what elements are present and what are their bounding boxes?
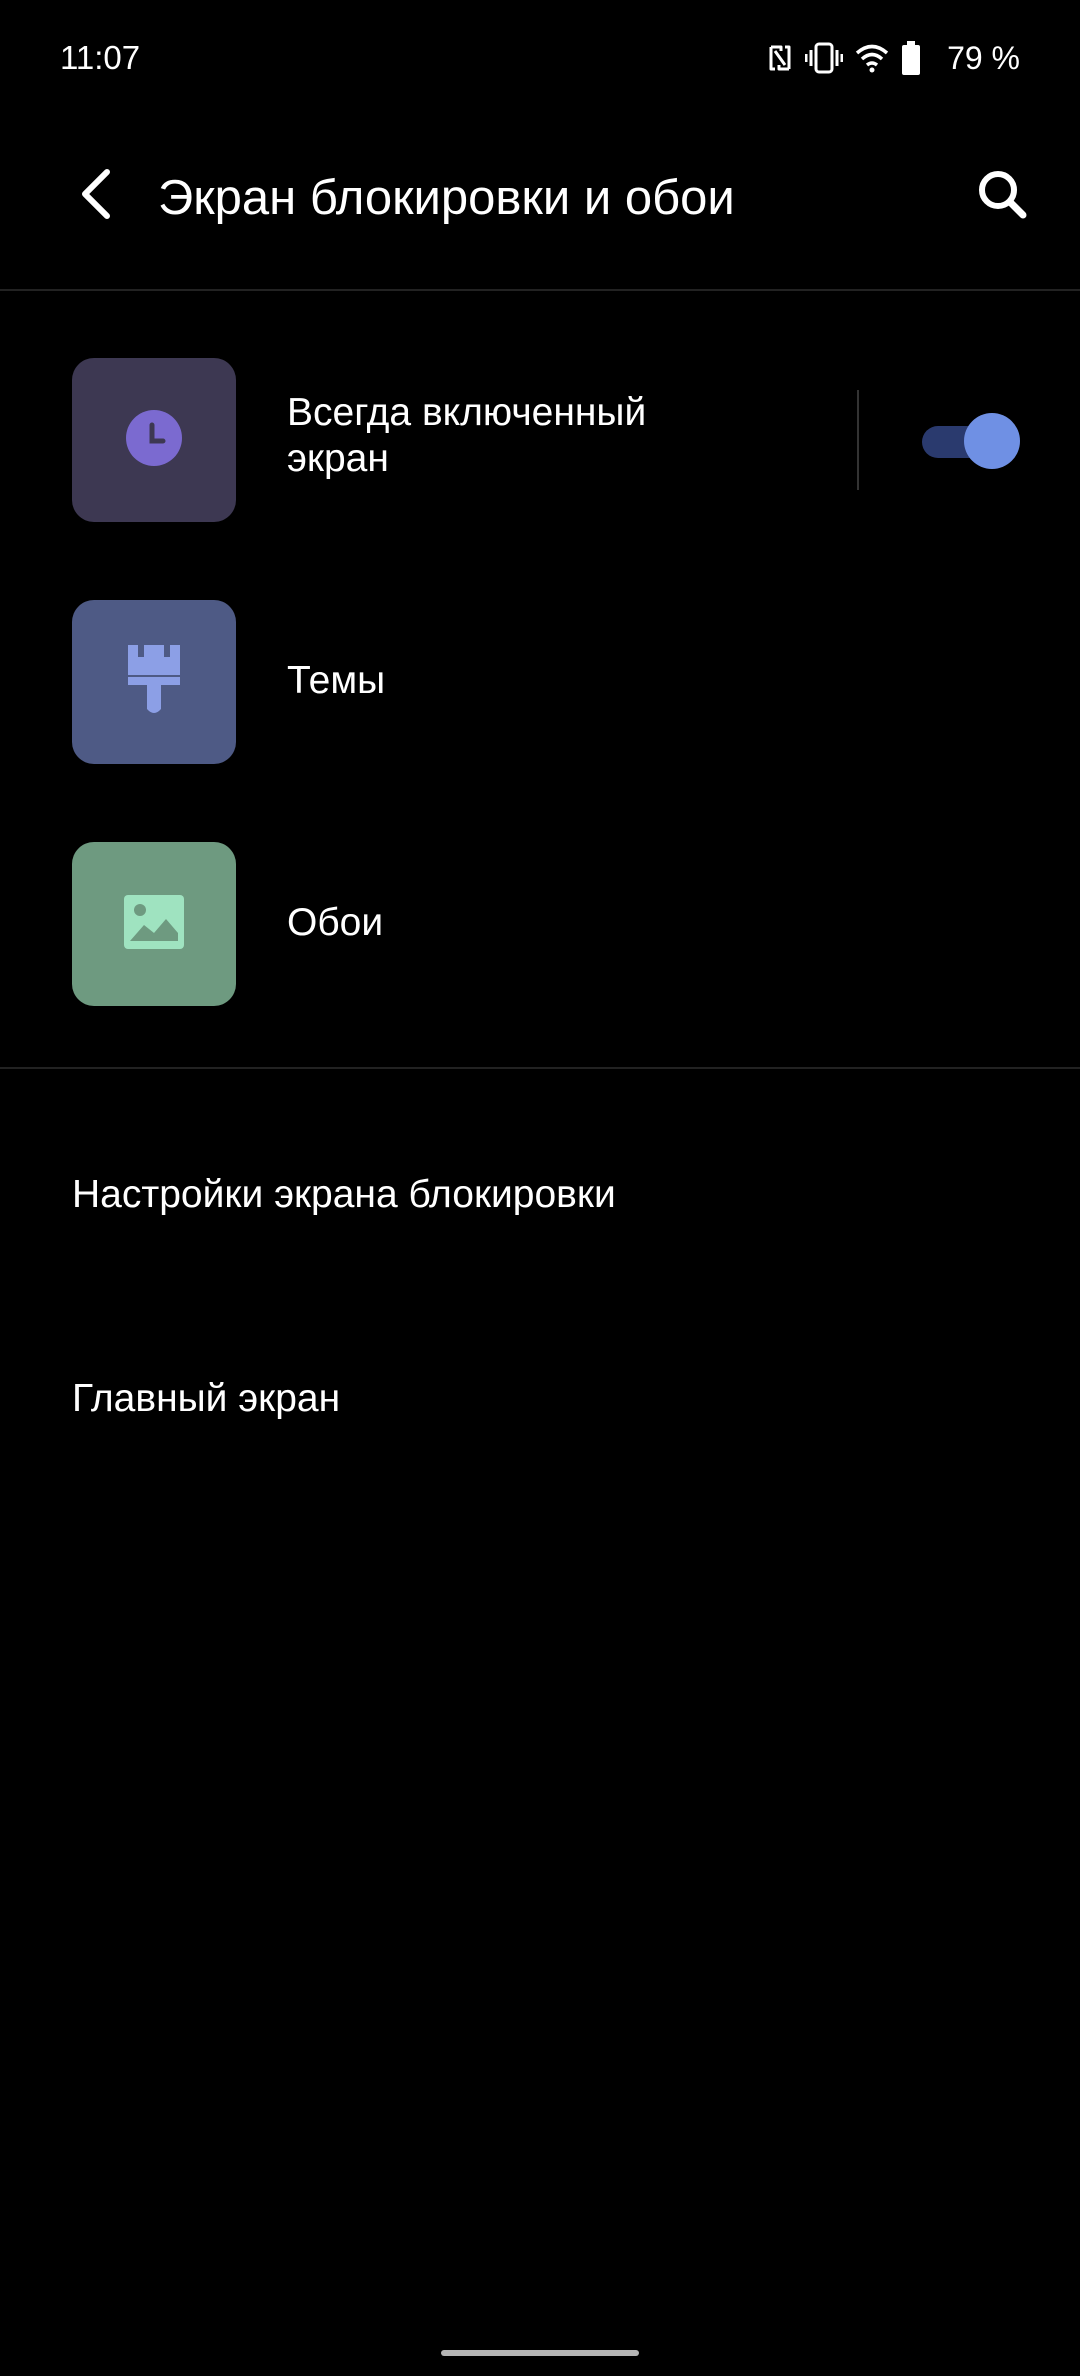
themes-icon-tile xyxy=(72,600,236,764)
themes-item[interactable]: Темы xyxy=(0,600,1080,842)
home-screen-label: Главный экран xyxy=(72,1377,341,1420)
back-button[interactable] xyxy=(62,158,132,234)
app-bar: Экран блокировки и обои xyxy=(0,118,1080,290)
divider xyxy=(0,289,1080,291)
image-icon xyxy=(122,893,186,956)
lock-screen-settings-label: Настройки экрана блокировки xyxy=(72,1173,616,1216)
wallpaper-item[interactable]: Обои xyxy=(0,842,1080,1084)
always-on-label-line2: экран xyxy=(287,437,389,480)
toggle-separator xyxy=(857,390,859,490)
status-time: 11:07 xyxy=(60,39,141,76)
vibrate-icon xyxy=(805,42,844,74)
search-button[interactable] xyxy=(964,158,1040,234)
themes-label: Темы xyxy=(287,659,386,702)
nfc-icon xyxy=(767,43,793,73)
search-icon xyxy=(976,168,1028,225)
always-on-display-item[interactable]: Всегда включенный экран xyxy=(0,358,1080,600)
wallpaper-icon-tile xyxy=(72,842,236,1006)
home-screen-item[interactable]: Главный экран xyxy=(0,1340,1080,1460)
back-arrow-icon xyxy=(77,168,117,225)
status-icons: 79 % xyxy=(767,36,1020,80)
battery-percentage: 79 % xyxy=(947,40,1020,76)
always-on-label: Всегда включенный экран xyxy=(287,390,646,482)
always-on-label-line1: Всегда включенный xyxy=(287,391,647,434)
always-on-toggle[interactable] xyxy=(922,412,1020,469)
divider xyxy=(0,1067,1080,1069)
page-title: Экран блокировки и обои xyxy=(158,171,735,225)
paintbrush-icon xyxy=(126,643,182,722)
toggle-thumb xyxy=(964,413,1020,469)
battery-icon xyxy=(901,41,921,75)
clock-icon xyxy=(125,409,183,472)
status-bar: 11:07 79 % xyxy=(0,0,1080,118)
always-on-icon-tile xyxy=(72,358,236,522)
wallpaper-label: Обои xyxy=(287,901,384,944)
lock-screen-settings-item[interactable]: Настройки экрана блокировки xyxy=(0,1136,1080,1256)
wifi-icon xyxy=(855,43,889,73)
navigation-handle[interactable] xyxy=(441,2350,639,2356)
